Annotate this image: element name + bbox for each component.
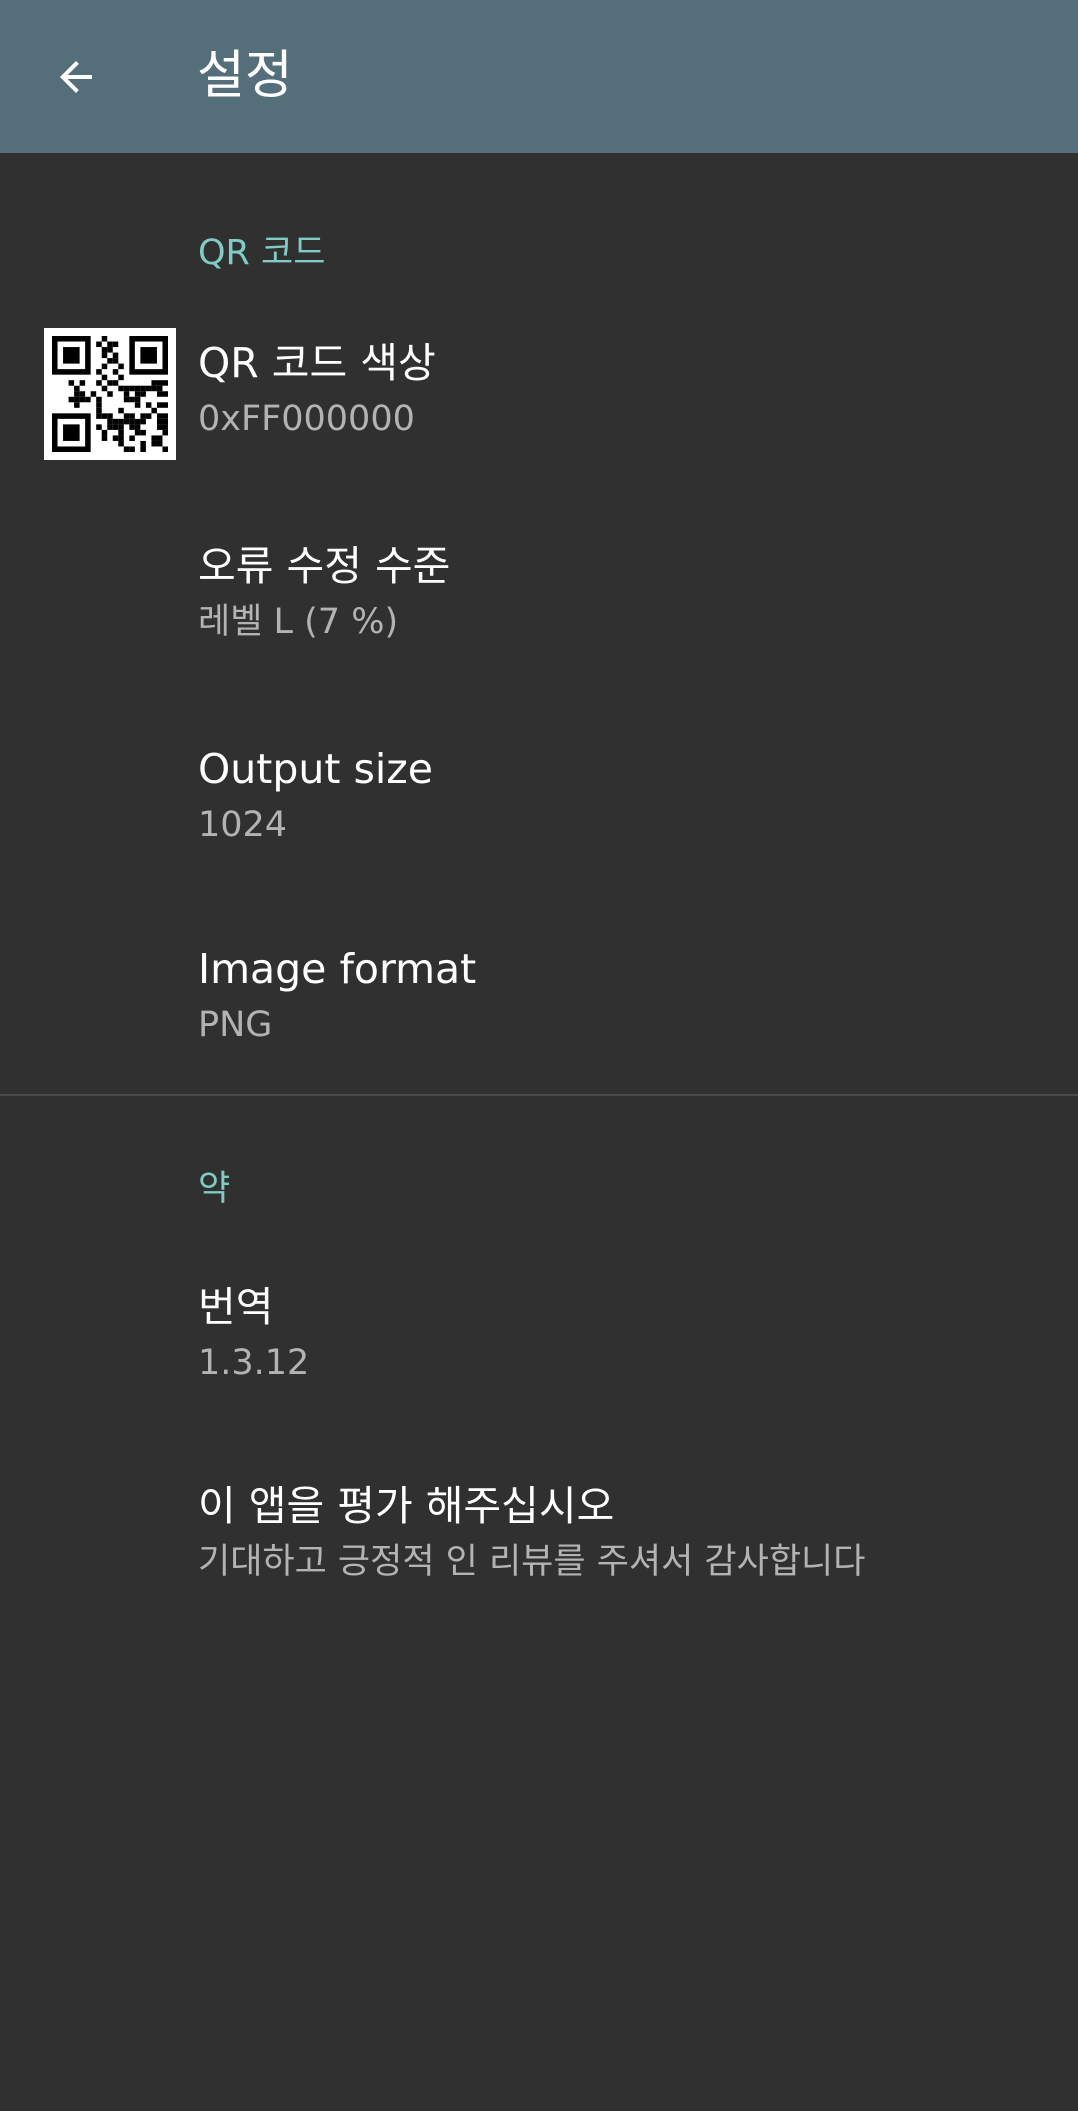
pref-summary: 0xFF000000 [198, 399, 415, 439]
pref-summary: 1.3.12 [198, 1343, 310, 1383]
pref-image-format[interactable]: Image format PNG [198, 941, 1058, 1053]
section-divider [0, 1094, 1078, 1096]
pref-error-correction[interactable]: 오류 수정 수준 레벨 L (7 %) [198, 538, 1058, 650]
arrow-back-icon [60, 61, 92, 93]
pref-title: Output size [198, 745, 433, 793]
pref-summary: 기대하고 긍정적 인 리뷰를 주셔서 감사합니다 [198, 1542, 866, 1582]
pref-title: 오류 수정 수준 [198, 542, 451, 590]
pref-output-size[interactable]: Output size 1024 [198, 741, 1058, 853]
pref-qr-color[interactable]: QR 코드 색상 0xFF000000 [198, 335, 1058, 447]
pref-title: Image format [198, 945, 477, 993]
category-header-about: 약 [198, 1169, 231, 1209]
pref-summary: 레벨 L (7 %) [198, 602, 399, 642]
pref-summary: PNG [198, 1005, 273, 1045]
pref-title: 이 앱을 평가 해주십시오 [198, 1482, 615, 1530]
page-title: 설정 [197, 46, 293, 106]
category-header-qr: QR 코드 [198, 233, 326, 273]
qr-code-icon [44, 328, 176, 460]
back-button[interactable] [38, 39, 114, 115]
pref-title: QR 코드 색상 [198, 339, 436, 387]
pref-rate-app[interactable]: 이 앱을 평가 해주십시오 기대하고 긍정적 인 리뷰를 주셔서 감사합니다 [198, 1478, 1058, 1590]
pref-translation[interactable]: 번역 1.3.12 [198, 1279, 1058, 1391]
app-bar: 설정 [0, 0, 1078, 153]
pref-title: 번역 [198, 1283, 274, 1331]
pref-summary: 1024 [198, 805, 288, 845]
